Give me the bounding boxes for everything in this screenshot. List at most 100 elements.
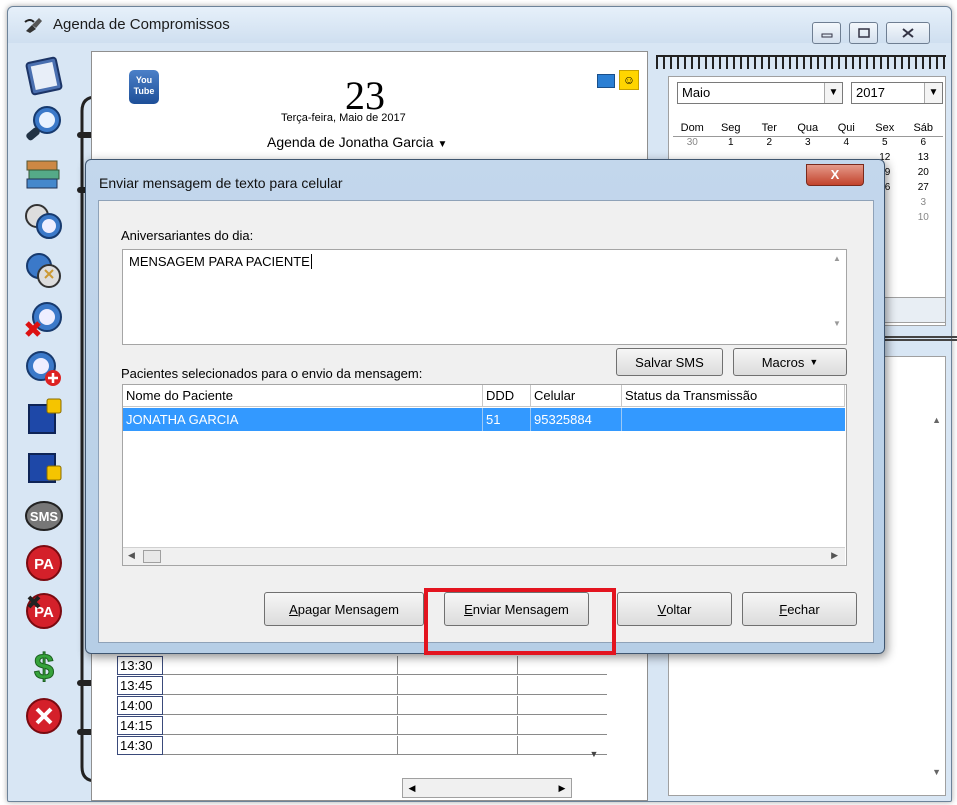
- chevron-down-icon: ▼: [824, 83, 842, 103]
- send-sms-dialog: Enviar mensagem de texto para celular X …: [85, 159, 885, 654]
- time-row[interactable]: 14:15: [117, 716, 607, 735]
- weekday-label: Ter: [761, 122, 777, 134]
- back-button[interactable]: Voltar: [617, 592, 732, 626]
- dialog-body: Aniversariantes do dia: MENSAGEM PARA PA…: [98, 200, 874, 643]
- scroll-up-icon[interactable]: ▲: [830, 254, 844, 263]
- calendar-day[interactable]: 10: [904, 212, 943, 227]
- weekday-label: Qua: [797, 122, 819, 134]
- calendar-day[interactable]: 3: [789, 137, 828, 152]
- time-row[interactable]: 13:45: [117, 676, 607, 695]
- year-select[interactable]: 2017 ▼: [851, 82, 943, 104]
- smiley-icon[interactable]: ☺: [619, 70, 639, 90]
- diary-horizontal-scrollbar[interactable]: ◀ ▶: [402, 778, 572, 798]
- weekday-label: Qui: [837, 122, 855, 134]
- dialog-close-button[interactable]: X: [806, 164, 864, 186]
- delete-label: pagar Mensagem: [297, 601, 399, 617]
- calendar-day[interactable]: 20: [904, 167, 943, 182]
- time-row[interactable]: 13:30: [117, 656, 607, 675]
- calendar-weekdays: Dom Seg Ter Qua Qui Sex Sáb: [673, 122, 943, 137]
- day-date: Terça-feira, Maio de 2017: [281, 112, 406, 124]
- patient-ddd-cell: 51: [483, 408, 531, 431]
- message-scrollbar[interactable]: ▲ ▼: [830, 254, 844, 340]
- youtube-label-top: You: [135, 75, 153, 85]
- delete-message-button[interactable]: Apagar Mensagem: [264, 592, 424, 626]
- weekday-label: Sex: [875, 122, 895, 134]
- close-accel: F: [779, 601, 788, 617]
- message-textarea[interactable]: MENSAGEM PARA PACIENTE​ ▲ ▼: [122, 249, 847, 345]
- back-accel: V: [657, 601, 667, 617]
- scroll-right-icon[interactable]: ▶: [553, 779, 571, 797]
- patients-label: Pacientes selecionados para o envio da m…: [121, 366, 423, 381]
- macros-button[interactable]: Macros ▼: [733, 348, 847, 376]
- year-value: 2017: [856, 85, 885, 100]
- text-cursor: ​: [310, 254, 312, 269]
- patient-phone-cell: 95325884: [531, 408, 622, 431]
- scroll-left-icon[interactable]: ◀: [403, 779, 421, 797]
- chevron-down-icon: ▼: [924, 83, 942, 103]
- time-label: 13:45: [117, 676, 163, 695]
- macros-label: Macros: [761, 354, 805, 370]
- scroll-up-icon[interactable]: ▲: [932, 415, 941, 425]
- send-button-highlight: [424, 588, 616, 655]
- table-horizontal-scrollbar[interactable]: ◀ ▶: [123, 547, 845, 565]
- calendar-day[interactable]: 2: [750, 137, 789, 152]
- column-header-ddd[interactable]: DDD: [483, 385, 531, 407]
- save-sms-label: Salvar SMS: [635, 354, 704, 370]
- patient-status-cell: [622, 408, 845, 431]
- scroll-down-icon[interactable]: ▼: [830, 319, 844, 328]
- scroll-right-icon[interactable]: ▶: [831, 550, 838, 561]
- calendar-day[interactable]: 4: [827, 137, 866, 152]
- weekday-label: Sáb: [913, 122, 934, 134]
- time-row[interactable]: 14:00: [117, 696, 607, 715]
- column-header-status[interactable]: Status da Transmissão: [622, 385, 845, 407]
- scroll-thumb[interactable]: [143, 550, 161, 563]
- save-sms-button[interactable]: Salvar SMS: [616, 348, 723, 376]
- diary-scroll-down[interactable]: ▼: [585, 749, 603, 789]
- caret-down-icon: ▼: [809, 357, 819, 367]
- scroll-left-icon[interactable]: ◀: [128, 550, 135, 561]
- calendar-day[interactable]: 30: [673, 137, 712, 152]
- spiral-binding: [656, 55, 946, 69]
- delete-accel: A: [289, 601, 298, 617]
- minimize-button[interactable]: [812, 22, 841, 44]
- monitor-icon[interactable]: [597, 74, 615, 88]
- caret-down-icon: ▼: [437, 139, 448, 150]
- title-bar: Agenda de Compromissos: [8, 7, 951, 44]
- calendar-day[interactable]: 5: [866, 137, 905, 152]
- birthdays-label: Aniversariantes do dia:: [121, 228, 254, 243]
- agenda-owner-label: Agenda de Jonatha Garcia: [267, 134, 434, 150]
- patient-name-cell: JONATHA GARCIA: [123, 408, 483, 431]
- maximize-icon: [857, 28, 870, 38]
- table-row[interactable]: JONATHA GARCIA 51 95325884: [123, 408, 845, 431]
- dialog-title: Enviar mensagem de texto para celular: [99, 175, 343, 191]
- column-header-name[interactable]: Nome do Paciente: [123, 385, 483, 407]
- close-icon: [902, 28, 914, 38]
- column-header-phone[interactable]: Celular: [531, 385, 622, 407]
- youtube-icon[interactable]: You Tube: [129, 70, 159, 104]
- maximize-button[interactable]: [849, 22, 878, 44]
- minimize-icon: [821, 33, 832, 38]
- time-label: 14:30: [117, 736, 163, 755]
- agenda-owner-dropdown[interactable]: Agenda de Jonatha Garcia ▼: [267, 134, 447, 150]
- calendar-day[interactable]: 1: [712, 137, 751, 152]
- weekday-label: Dom: [680, 122, 704, 134]
- close-button[interactable]: Fechar: [742, 592, 857, 626]
- calendar-day[interactable]: 3: [904, 197, 943, 212]
- message-text: MENSAGEM PARA PACIENTE: [129, 254, 310, 269]
- youtube-label-bottom: Tube: [133, 86, 155, 96]
- close-label: echar: [787, 601, 820, 617]
- calendar-day[interactable]: 27: [904, 182, 943, 197]
- close-icon: X: [830, 167, 840, 182]
- calendar-day[interactable]: 13: [904, 152, 943, 167]
- calendar-week: 30 1 2 3 4 5 6: [673, 137, 943, 152]
- calendar-day[interactable]: 6: [904, 137, 943, 152]
- time-label: 14:15: [117, 716, 163, 735]
- time-label: 14:00: [117, 696, 163, 715]
- back-label: oltar: [666, 601, 692, 617]
- patients-table: Nome do Paciente DDD Celular Status da T…: [122, 384, 847, 566]
- scroll-down-icon[interactable]: ▼: [932, 767, 941, 777]
- window-close-button[interactable]: [886, 22, 930, 44]
- time-label: 13:30: [117, 656, 163, 675]
- time-row[interactable]: 14:30: [117, 736, 607, 755]
- month-select[interactable]: Maio ▼: [677, 82, 843, 104]
